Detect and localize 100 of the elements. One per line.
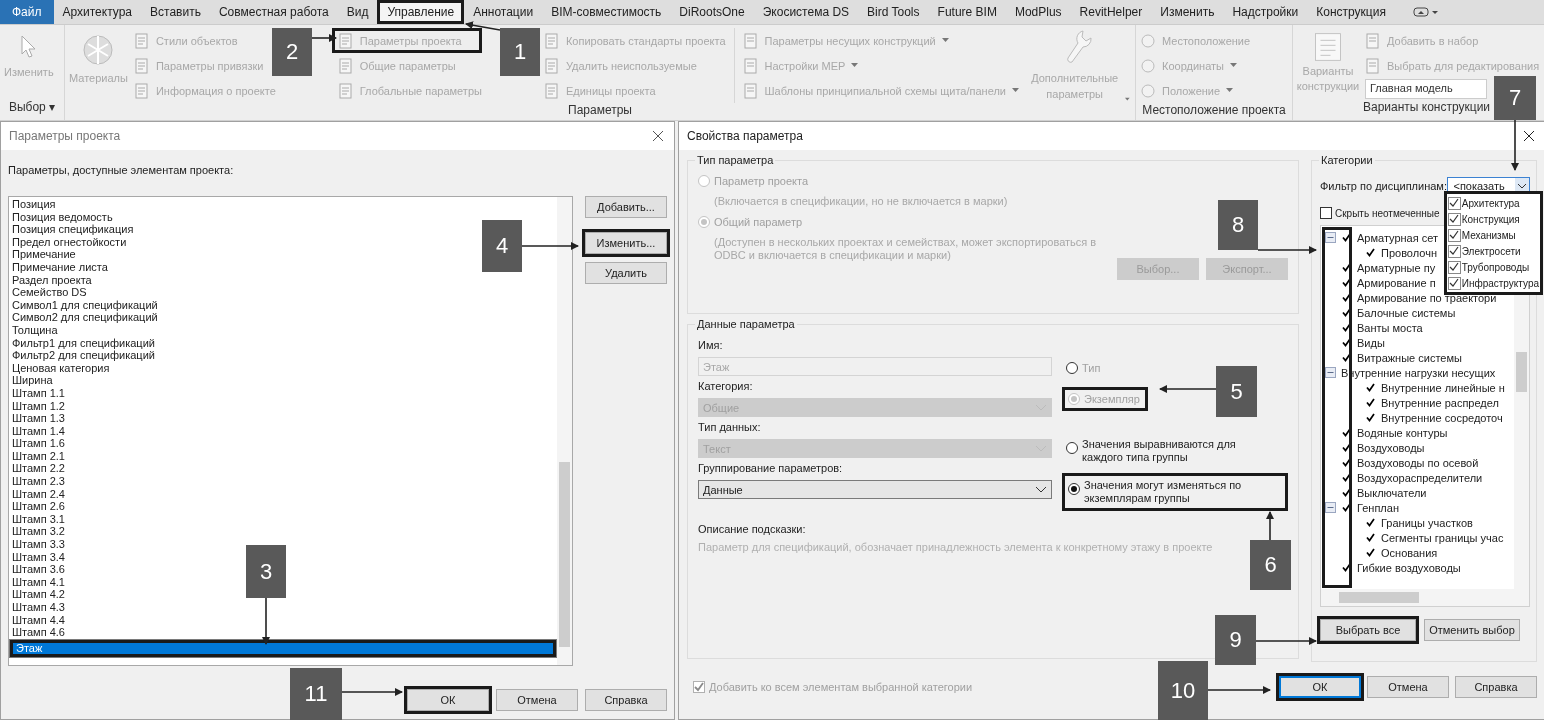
- list-item[interactable]: Штамп 1.4: [9, 424, 68, 438]
- collapse-toggle[interactable]: [1325, 232, 1336, 243]
- select-field[interactable]: Данные: [698, 480, 1052, 499]
- checkbox[interactable]: [1341, 262, 1352, 273]
- checkbox[interactable]: [1447, 260, 1461, 274]
- checkbox[interactable]: [1341, 352, 1352, 363]
- list-item[interactable]: Толщина: [9, 323, 61, 337]
- ribbon-tab[interactable]: BIM-совместимость: [542, 0, 671, 24]
- list-item[interactable]: Ценовая категория: [9, 361, 113, 375]
- list-item[interactable]: Штамп 3.2: [9, 525, 68, 539]
- group-label[interactable]: Выбор ▾: [0, 100, 64, 120]
- tree-item[interactable]: Выключатели: [1357, 486, 1427, 499]
- list-item[interactable]: Штамп 2.4: [9, 487, 68, 501]
- tree-item[interactable]: Сегменты границы учас: [1381, 531, 1504, 544]
- list-item[interactable]: Штамп 4.4: [9, 613, 68, 627]
- checkbox[interactable]: [1341, 277, 1352, 288]
- tree-item[interactable]: Основания: [1381, 546, 1438, 559]
- collapse-toggle[interactable]: [1325, 367, 1336, 378]
- ribbon-tab[interactable]: Аннотации: [464, 0, 543, 24]
- tree-item[interactable]: Воздуховоды по осевой: [1357, 456, 1479, 469]
- checkbox[interactable]: [1447, 212, 1461, 226]
- ribbon-tab[interactable]: Future BIM: [928, 0, 1006, 24]
- checkbox[interactable]: [1341, 472, 1352, 483]
- tree-item[interactable]: Внутренние распредел: [1381, 396, 1499, 409]
- ribbon-tab[interactable]: Изменить: [1151, 0, 1224, 24]
- scrollbar[interactable]: [1321, 589, 1529, 606]
- tree-item[interactable]: Армирование по траектори: [1357, 291, 1497, 304]
- close-icon[interactable]: [1523, 130, 1535, 142]
- checkbox[interactable]: [1341, 427, 1352, 438]
- ribbon-tab[interactable]: DiRootsOne: [670, 0, 754, 24]
- radio-button[interactable]: [1066, 362, 1078, 374]
- list-item[interactable]: Позиция ведомость: [9, 210, 116, 224]
- radio-button[interactable]: [1068, 483, 1080, 495]
- dialog-button[interactable]: Справка: [585, 689, 667, 711]
- ribbon-tab[interactable]: Bird Tools: [858, 0, 929, 24]
- checkbox[interactable]: [1341, 457, 1352, 468]
- tree-item[interactable]: Водяные контуры: [1357, 426, 1448, 439]
- list-item[interactable]: Штамп 3.1: [9, 512, 68, 526]
- checkbox[interactable]: [1341, 307, 1352, 318]
- ribbon-tab[interactable]: Надстройки: [1223, 0, 1308, 24]
- ribbon-tab[interactable]: Экосистема DS: [753, 0, 859, 24]
- tree-item[interactable]: Воздухораспределители: [1357, 471, 1483, 484]
- list-item[interactable]: Штамп 2.1: [9, 449, 68, 463]
- checkbox[interactable]: [1341, 292, 1352, 303]
- checkbox[interactable]: [1341, 337, 1352, 348]
- design-option-combo[interactable]: Главная модель: [1365, 79, 1487, 99]
- ribbon-tab[interactable]: Файл: [0, 0, 54, 24]
- ribbon-tab[interactable]: Архитектура: [53, 0, 142, 24]
- tree-item[interactable]: Витражные системы: [1357, 351, 1462, 364]
- list-item[interactable]: Штамп 3.3: [9, 538, 68, 551]
- checkbox[interactable]: [1341, 232, 1352, 243]
- list-item[interactable]: Позиция спецификация: [9, 223, 137, 236]
- dialog-button[interactable]: Отмена: [1367, 676, 1449, 698]
- tree-item[interactable]: Границы участков: [1381, 516, 1473, 529]
- ribbon-tab[interactable]: Совместная работа: [209, 0, 338, 24]
- list-item[interactable]: Символ1 для спецификаций: [9, 298, 161, 312]
- radio-button[interactable]: [1066, 442, 1078, 454]
- close-icon[interactable]: [652, 130, 664, 142]
- checkbox[interactable]: [1341, 487, 1352, 498]
- dialog-button[interactable]: Добавить...: [585, 196, 667, 218]
- checkbox[interactable]: [1447, 244, 1461, 258]
- ribbon-tab[interactable]: Управление: [377, 0, 465, 24]
- ribbon-tab[interactable]: ModPlus: [1005, 0, 1071, 24]
- ribbon-tab[interactable]: RevitHelper: [1070, 0, 1152, 24]
- list-item[interactable]: Ширина: [9, 374, 56, 387]
- list-item[interactable]: Раздел проекта: [9, 273, 95, 287]
- dialog-button[interactable]: Выбрать все: [1320, 619, 1416, 641]
- tree-item[interactable]: Внутренние линейные н: [1381, 381, 1505, 394]
- list-item[interactable]: Штамп 4.1: [9, 575, 68, 589]
- checkbox[interactable]: [1365, 517, 1376, 528]
- tree-item[interactable]: Гибкие воздуховоды: [1357, 561, 1461, 574]
- checkbox[interactable]: [1341, 502, 1352, 513]
- list-item[interactable]: Штамп 1.2: [9, 399, 68, 413]
- checkbox[interactable]: [1320, 207, 1332, 219]
- checkbox[interactable]: [1341, 562, 1352, 573]
- list-item[interactable]: Штамп 4.3: [9, 601, 68, 614]
- list-item[interactable]: Предел огнестойкости: [9, 235, 130, 249]
- tree-item[interactable]: Виды: [1357, 336, 1385, 349]
- tree-item[interactable]: Арматурная сет: [1357, 231, 1439, 244]
- tree-item[interactable]: Генплан: [1357, 501, 1399, 514]
- checkbox[interactable]: [1365, 397, 1376, 408]
- dialog-button[interactable]: Удалить: [585, 262, 667, 284]
- list-item[interactable]: Позиция: [9, 198, 59, 211]
- checkbox[interactable]: [1341, 322, 1352, 333]
- dialog-button[interactable]: ОК: [1279, 676, 1361, 698]
- dialog-button[interactable]: Изменить...: [585, 232, 667, 254]
- checkbox[interactable]: [1365, 382, 1376, 393]
- checkbox[interactable]: [1447, 196, 1461, 210]
- list-item[interactable]: Семейство DS: [9, 286, 90, 299]
- list-item[interactable]: Фильтр1 для спецификаций: [9, 336, 158, 350]
- list-item[interactable]: Штамп 3.6: [9, 563, 68, 576]
- list-item[interactable]: Штамп 1.1: [9, 386, 68, 400]
- list-item[interactable]: Штамп 4.2: [9, 588, 68, 601]
- list-item[interactable]: Штамп 2.3: [9, 475, 68, 488]
- tree-item[interactable]: Проволочн: [1381, 246, 1437, 259]
- panel-toggle-icon[interactable]: [1412, 6, 1439, 18]
- checkbox[interactable]: [1365, 547, 1376, 558]
- list-item[interactable]: Символ2 для спецификаций: [9, 311, 161, 324]
- checkbox[interactable]: [1365, 247, 1376, 258]
- tree-item[interactable]: Балочные системы: [1357, 306, 1456, 319]
